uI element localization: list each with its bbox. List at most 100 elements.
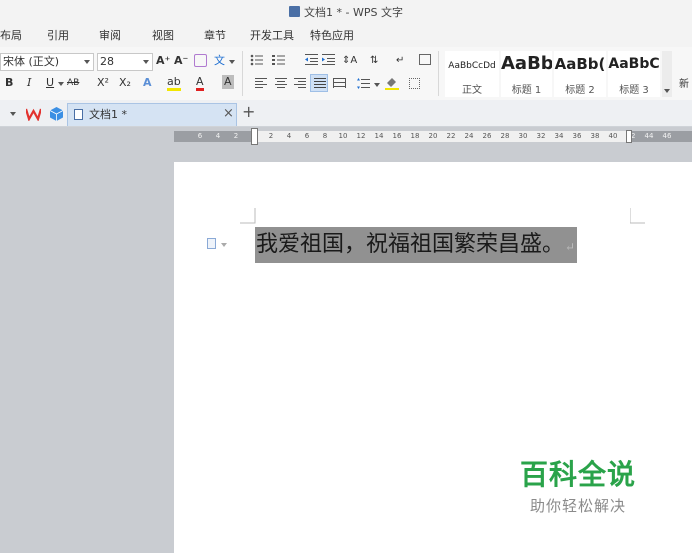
strikethrough-button[interactable]: AB: [67, 75, 79, 91]
style-sample-heading-2: AaBb(: [554, 55, 606, 73]
style-name-heading-1: 标题 1: [511, 85, 542, 96]
menu-references[interactable]: 引用: [47, 25, 69, 47]
window-title: 文档1 * - WPS 文字: [0, 0, 692, 25]
style-heading-3[interactable]: AaBbC 标题 3: [608, 51, 660, 97]
style-name-heading-3: 标题 3: [619, 85, 649, 96]
grow-font-button[interactable]: A⁺: [156, 53, 170, 69]
chevron-down-icon[interactable]: [10, 112, 16, 116]
increase-indent-icon[interactable]: [322, 53, 336, 66]
style-heading-1[interactable]: AaBb 标题 1: [501, 51, 552, 97]
cloud-box-icon[interactable]: [49, 107, 64, 121]
text-effect-button[interactable]: A: [143, 75, 152, 91]
paragraph-shading-icon[interactable]: [385, 77, 399, 90]
style-normal[interactable]: AaBbCcDd 正文: [445, 51, 499, 97]
superscript-button[interactable]: X²: [97, 75, 109, 91]
menu-review[interactable]: 审阅: [99, 25, 121, 47]
chevron-down-icon: [58, 82, 64, 86]
chevron-down-icon: [143, 60, 149, 64]
chevron-down-icon: [374, 83, 380, 87]
tab-document-label: 文档1 *: [89, 108, 127, 121]
chevron-down-icon: [664, 89, 670, 93]
style-sample-heading-1: AaBb: [501, 53, 552, 74]
divider: [242, 51, 243, 96]
borders-icon[interactable]: [409, 78, 420, 89]
watermark-title: 百科全说: [519, 458, 636, 491]
styles-scrollbar[interactable]: [662, 51, 672, 97]
highlight-button[interactable]: ab: [167, 75, 181, 91]
ruler-number: 46: [662, 132, 672, 140]
char-shading-button[interactable]: A: [222, 75, 234, 89]
distribute-align-icon[interactable]: [333, 78, 346, 92]
font-name-value: 宋体 (正文): [3, 55, 60, 68]
divider: [438, 51, 439, 96]
italic-button[interactable]: I: [27, 75, 31, 91]
align-center-icon[interactable]: [275, 78, 287, 92]
ruler-number: 4: [215, 132, 221, 140]
ruler-number: 20: [428, 132, 438, 140]
horizontal-ruler[interactable]: 6 4 2 2 4 6 8 10 12 14 16 18 20 22 24 26…: [174, 128, 692, 145]
style-sample-heading-3: AaBbC: [608, 56, 660, 72]
subscript-button[interactable]: X₂: [119, 75, 131, 91]
show-marks-icon[interactable]: ↵: [396, 53, 404, 69]
line-spacing-icon[interactable]: [357, 78, 370, 92]
font-size-select[interactable]: 28: [97, 53, 153, 71]
char-spacing-icon[interactable]: ⇕A: [342, 53, 357, 69]
wps-logo-icon[interactable]: [24, 107, 43, 122]
ruler-number: 22: [446, 132, 456, 140]
numbered-list-icon[interactable]: [272, 53, 286, 66]
paragraph-handle-icon[interactable]: [207, 238, 216, 249]
close-tab-button[interactable]: ×: [223, 106, 234, 122]
margin-corner-mark: [630, 208, 645, 224]
chevron-down-icon[interactable]: [221, 243, 227, 247]
ruler-number: 14: [374, 132, 384, 140]
ruler-number: 34: [554, 132, 564, 140]
sort-icon[interactable]: ⇅: [370, 53, 378, 69]
style-heading-2[interactable]: AaBb( 标题 2: [554, 51, 606, 97]
table-icon[interactable]: [419, 54, 431, 65]
bullet-list-icon[interactable]: [250, 53, 264, 66]
ruler-number: 2: [233, 132, 239, 140]
font-size-value: 28: [100, 55, 114, 68]
selected-text[interactable]: 我爱祖国，祝福祖国繁荣昌盛。↵: [255, 227, 578, 263]
new-tab-button[interactable]: +: [242, 104, 255, 120]
menu-special-apps[interactable]: 特色应用: [310, 25, 354, 47]
ruler-number: 28: [500, 132, 510, 140]
font-color-button[interactable]: A: [196, 75, 204, 91]
document-page[interactable]: [174, 162, 692, 553]
shrink-font-button[interactable]: A⁻: [174, 53, 188, 69]
clear-format-icon[interactable]: [194, 54, 207, 67]
watermark-subtitle: 助你轻松解决: [529, 497, 626, 515]
tab-document[interactable]: 文档1 * ×: [67, 103, 237, 126]
ruler-number: 44: [644, 132, 654, 140]
ribbon: 宋体 (正文) 28 A⁺ A⁻ 文 ⇕A ⇅ ↵ B I U AB X² X₂…: [0, 47, 692, 101]
right-indent-marker[interactable]: [626, 130, 632, 143]
ruler-number: 12: [356, 132, 366, 140]
document-text[interactable]: 我爱祖国，祝福祖国繁荣昌盛。: [256, 232, 564, 257]
menu-section[interactable]: 章节: [204, 25, 226, 47]
ruler-number: 2: [268, 132, 274, 140]
ruler-number: 4: [286, 132, 292, 140]
align-left-icon[interactable]: [255, 78, 267, 92]
justify-button[interactable]: [310, 74, 328, 92]
indent-marker[interactable]: [251, 128, 258, 145]
ruler-number: 16: [392, 132, 402, 140]
underline-button[interactable]: U: [46, 75, 54, 91]
align-right-icon[interactable]: [294, 78, 306, 92]
menu-developer-tools[interactable]: 开发工具: [250, 25, 294, 47]
document-icon: [74, 109, 83, 120]
menu-view[interactable]: 视图: [152, 25, 174, 47]
font-name-select[interactable]: 宋体 (正文): [0, 53, 94, 71]
decrease-indent-icon[interactable]: [305, 53, 319, 66]
wps-doc-icon: [289, 6, 301, 17]
ruler-number: 10: [338, 132, 348, 140]
ruler-number: 8: [322, 132, 328, 140]
menu-layout[interactable]: 布局: [0, 25, 22, 47]
pinyin-guide-button[interactable]: 文: [214, 53, 225, 69]
ruler-number: 6: [304, 132, 310, 140]
ruler-number: 6: [197, 132, 203, 140]
paragraph-mark-icon: ↵: [565, 240, 576, 254]
bold-button[interactable]: B: [5, 75, 13, 91]
new-style-button[interactable]: 新: [679, 77, 689, 93]
ruler-number: 18: [410, 132, 420, 140]
ruler-number: 40: [608, 132, 618, 140]
